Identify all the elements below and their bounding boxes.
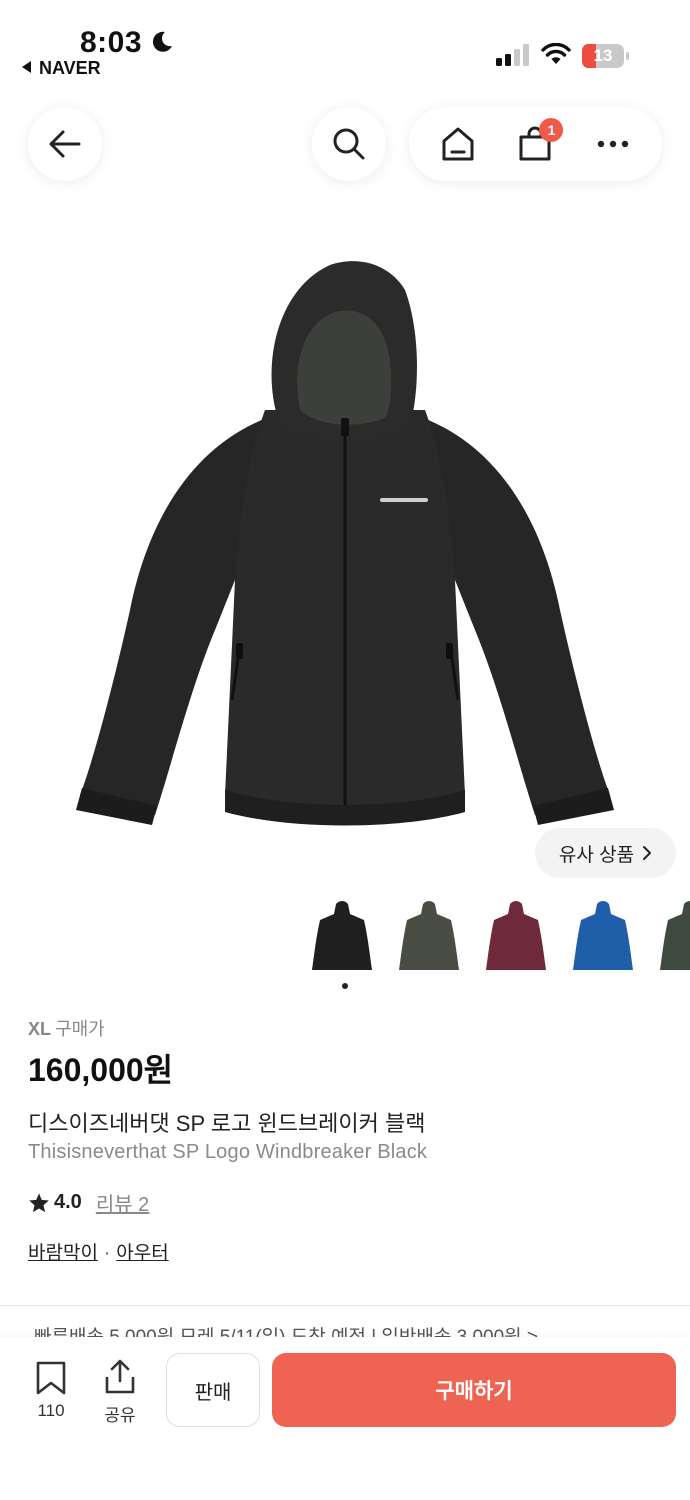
thumbnail-black[interactable] bbox=[310, 898, 374, 976]
category-outer-link[interactable]: 아우터 bbox=[116, 1243, 168, 1264]
search-button[interactable] bbox=[312, 107, 386, 181]
sell-button[interactable]: 판매 bbox=[166, 1353, 260, 1427]
back-app-label: NAVER bbox=[39, 58, 101, 78]
cart-button[interactable]: 1 bbox=[505, 114, 565, 174]
star-icon bbox=[29, 1192, 49, 1212]
bookmark-button[interactable]: 110 bbox=[28, 1361, 74, 1421]
jacket-thumb-icon bbox=[399, 901, 459, 970]
back-to-app-link[interactable]: NAVER bbox=[22, 58, 101, 79]
jacket-thumb-icon bbox=[660, 901, 690, 970]
jacket-thumb-icon bbox=[573, 901, 633, 970]
bookmark-icon bbox=[36, 1361, 66, 1395]
thumbnail-blue[interactable] bbox=[571, 898, 635, 976]
similar-products-button[interactable]: 유사 상품 bbox=[535, 828, 676, 878]
size-value: XL bbox=[28, 1019, 52, 1039]
price-caption: 구매가 bbox=[55, 1019, 105, 1039]
thumbnail-burgundy[interactable] bbox=[484, 898, 548, 976]
category-breadcrumb: 바람막이 · 아우터 bbox=[28, 1238, 169, 1265]
arrow-left-icon bbox=[49, 130, 81, 158]
gallery-page-indicator bbox=[342, 983, 348, 989]
more-button[interactable] bbox=[583, 114, 643, 174]
status-bar: 8:03 NAVER 13 bbox=[0, 0, 690, 90]
more-dots-icon bbox=[597, 140, 629, 148]
thumbnail-olive[interactable] bbox=[397, 898, 461, 976]
moon-icon bbox=[152, 31, 172, 52]
size-price-label: XL 구매가 bbox=[28, 1015, 105, 1041]
jacket-thumb-icon bbox=[486, 901, 546, 970]
breadcrumb-separator: · bbox=[103, 1243, 111, 1264]
cellular-signal-icon bbox=[496, 44, 529, 66]
home-icon bbox=[442, 127, 474, 161]
buy-button[interactable]: 구매하기 bbox=[272, 1353, 676, 1427]
share-button[interactable]: 공유 bbox=[97, 1359, 143, 1426]
product-rating: 4.0 리뷰 2 bbox=[28, 1188, 149, 1217]
product-price: 160,000원 bbox=[28, 1052, 174, 1088]
share-icon bbox=[105, 1359, 135, 1394]
rating-score: 4.0 bbox=[54, 1191, 82, 1213]
category-windbreaker-link[interactable]: 바람막이 bbox=[28, 1243, 98, 1264]
back-button[interactable] bbox=[28, 107, 102, 181]
product-title-english: Thisisneverthat SP Logo Windbreaker Blac… bbox=[28, 1141, 428, 1163]
jacket-thumb-icon bbox=[312, 901, 372, 970]
bottom-action-bar: 110 공유 판매 구매하기 bbox=[0, 1337, 690, 1500]
product-image[interactable] bbox=[60, 250, 630, 830]
review-link[interactable]: 리뷰 2 bbox=[96, 1188, 149, 1217]
section-divider bbox=[0, 1305, 690, 1306]
product-title-korean: 디스이즈네버댓 SP 로고 윈드브레이커 블랙 bbox=[28, 1111, 426, 1136]
wifi-icon bbox=[541, 43, 571, 64]
back-triangle-icon bbox=[22, 61, 31, 73]
bookmark-count: 110 bbox=[37, 1401, 65, 1420]
nav-action-group: 1 bbox=[409, 107, 662, 181]
home-button[interactable] bbox=[428, 114, 488, 174]
battery-indicator: 13 bbox=[582, 44, 630, 68]
status-time: 8:03 bbox=[80, 26, 143, 59]
share-label: 공유 bbox=[104, 1406, 136, 1425]
battery-level: 13 bbox=[593, 46, 613, 65]
cart-count-badge: 1 bbox=[539, 118, 564, 142]
similar-products-label: 유사 상품 bbox=[558, 844, 635, 866]
search-icon bbox=[333, 128, 365, 160]
thumbnail-green[interactable] bbox=[658, 898, 690, 976]
color-thumbnails bbox=[310, 898, 690, 978]
chevron-right-icon bbox=[643, 846, 652, 860]
